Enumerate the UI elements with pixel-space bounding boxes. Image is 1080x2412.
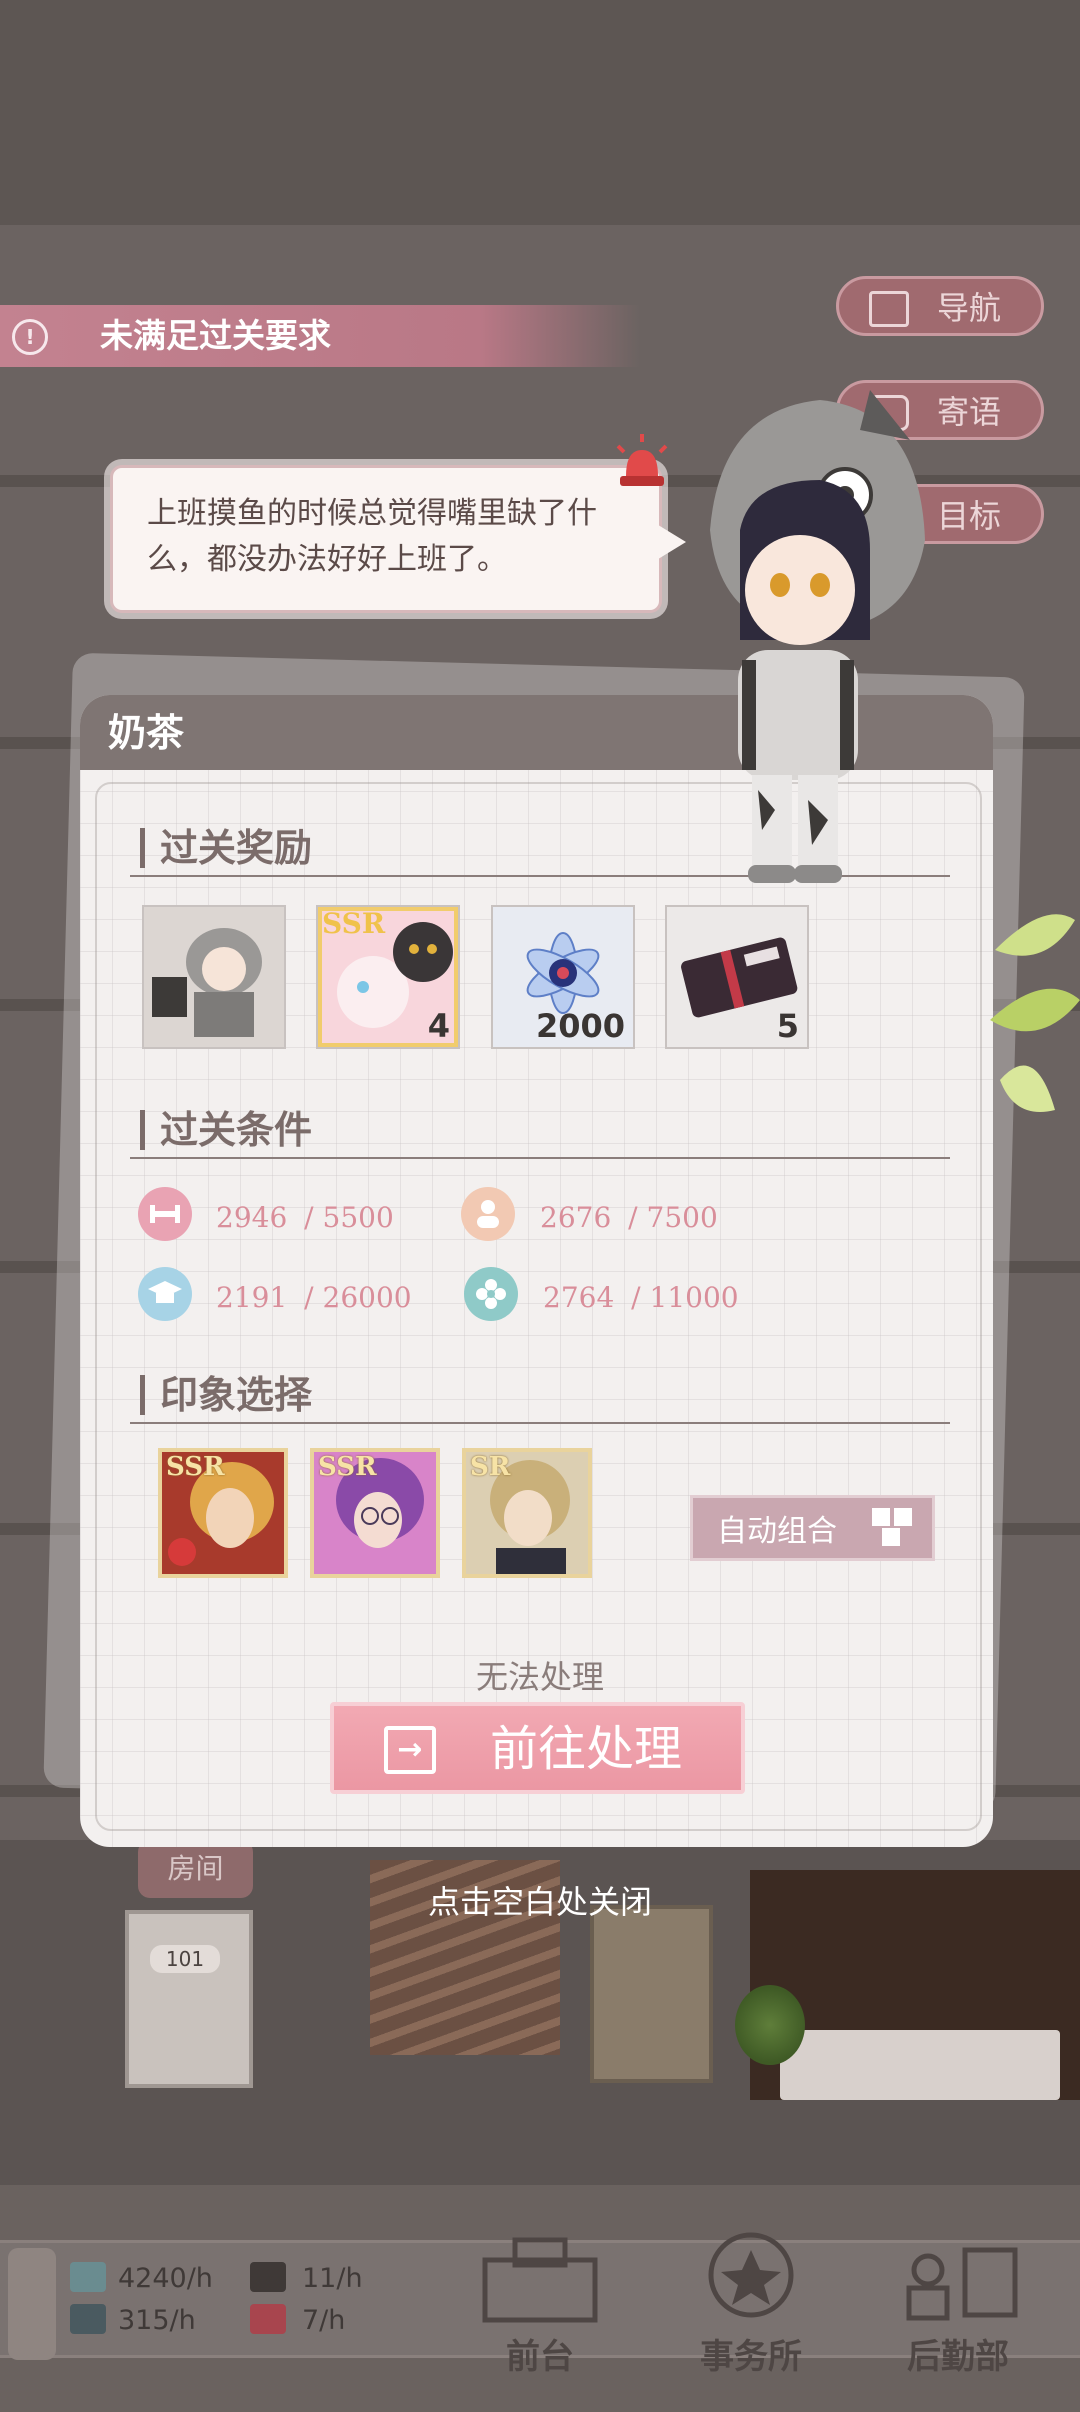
resource-value: 315/h bbox=[118, 2305, 196, 2336]
condition-current: 2946 bbox=[216, 1201, 288, 1234]
impression-section-title: 印象选择 bbox=[160, 1372, 313, 1417]
impression-card[interactable]: SR bbox=[462, 1448, 592, 1578]
chibi-character-icon bbox=[710, 390, 925, 883]
reward-item[interactable] bbox=[142, 905, 286, 1049]
education-icon bbox=[138, 1267, 192, 1321]
condition-value: 2676 / 7500 bbox=[540, 1198, 718, 1238]
condition-target: / 11000 bbox=[631, 1281, 739, 1314]
status-text: 无法处理 bbox=[475, 1658, 604, 1696]
reward-item[interactable]: 2000 bbox=[491, 905, 635, 1049]
person-icon bbox=[461, 1187, 515, 1241]
ability-icon bbox=[138, 1187, 192, 1241]
auto-combine-label: 自动组合 bbox=[717, 1514, 837, 1549]
card-rarity: SSR bbox=[166, 1452, 225, 1482]
go-process-label: 前往处理 bbox=[490, 1721, 683, 1777]
condition-target: / 26000 bbox=[304, 1281, 412, 1314]
money-icon bbox=[70, 2262, 106, 2292]
alarm-siren-icon bbox=[616, 434, 668, 486]
resource-value: 4240/h bbox=[118, 2263, 213, 2294]
rewards-section-title: 过关奖励 bbox=[160, 825, 313, 870]
scroll-icon[interactable] bbox=[8, 2248, 56, 2360]
map-icon bbox=[869, 291, 909, 327]
reward-item[interactable]: SSR 4 bbox=[316, 905, 460, 1049]
condition-target: / 7500 bbox=[628, 1201, 718, 1234]
elevator bbox=[590, 1905, 713, 2083]
door-number: 101 bbox=[150, 1945, 220, 1973]
flower-icon bbox=[464, 1267, 518, 1321]
close-hint[interactable]: 点击空白处关闭 bbox=[340, 1880, 740, 1924]
impression-card[interactable]: SSR bbox=[310, 1448, 440, 1578]
reception-counter bbox=[780, 2030, 1060, 2100]
room-sign: 房间 bbox=[138, 1840, 253, 1898]
reward-item[interactable]: 5 bbox=[665, 905, 809, 1049]
resource-value: 7/h bbox=[302, 2305, 346, 2336]
nav-label: 事务所 bbox=[700, 2337, 802, 2377]
office-icon bbox=[708, 2232, 794, 2318]
reward-count: 5 bbox=[776, 1007, 799, 1045]
nav-button-label: 导航 bbox=[936, 289, 1001, 327]
resource-value: 11/h bbox=[302, 2263, 363, 2294]
section-marker bbox=[140, 1375, 145, 1415]
gift-icon bbox=[250, 2304, 286, 2334]
impression-card[interactable]: SSR bbox=[158, 1448, 288, 1578]
section-divider bbox=[130, 1422, 950, 1424]
book-icon bbox=[70, 2304, 106, 2334]
nav-front-desk[interactable]: 前台 bbox=[455, 2230, 625, 2380]
section-marker bbox=[140, 1110, 145, 1150]
card-rarity: SR bbox=[470, 1452, 511, 1482]
front-desk-icon bbox=[482, 2237, 598, 2323]
potted-plant-icon bbox=[735, 1985, 805, 2065]
section-marker bbox=[140, 828, 145, 868]
nav-label: 前台 bbox=[506, 2337, 574, 2377]
condition-value: 2764 / 11000 bbox=[543, 1278, 739, 1318]
condition-current: 2676 bbox=[540, 1201, 612, 1234]
top-backdrop bbox=[0, 0, 1080, 225]
enter-arrow-icon: → bbox=[384, 1726, 436, 1774]
panel-title: 奶茶 bbox=[108, 710, 185, 755]
card-rarity: SSR bbox=[318, 1452, 377, 1482]
conditions-section-title: 过关条件 bbox=[160, 1107, 313, 1152]
condition-current: 2191 bbox=[216, 1281, 288, 1314]
condition-value: 2946 / 5500 bbox=[216, 1198, 394, 1238]
nav-office[interactable]: 事务所 bbox=[666, 2230, 836, 2380]
nav-label: 后勤部 bbox=[907, 2337, 1009, 2377]
leaf-decoration-icon bbox=[990, 914, 1080, 1112]
reward-count: 2000 bbox=[535, 1007, 625, 1045]
nav-button[interactable]: 导航 bbox=[836, 276, 1044, 336]
rarity-badge: SSR bbox=[322, 907, 386, 940]
alert-text: 未满足过关要求 bbox=[100, 316, 331, 355]
speech-bubble-text: 上班摸鱼的时候总觉得嘴里缺了什么，都没办法好好上班了。 bbox=[147, 496, 597, 577]
section-divider bbox=[130, 1157, 950, 1159]
grid-combine-icon bbox=[868, 1502, 918, 1552]
coffee-icon bbox=[250, 2262, 286, 2292]
chibi-character-icon bbox=[144, 907, 284, 1047]
reward-count: 4 bbox=[427, 1007, 450, 1045]
condition-current: 2764 bbox=[543, 1281, 615, 1314]
room-door[interactable] bbox=[125, 1910, 253, 2088]
condition-value: 2191 / 26000 bbox=[216, 1278, 412, 1318]
nav-logistics[interactable]: 后勤部 bbox=[873, 2230, 1043, 2380]
exclamation-circle-icon: ! bbox=[12, 319, 48, 355]
condition-target: / 5500 bbox=[304, 1201, 394, 1234]
logistics-icon bbox=[906, 2247, 1018, 2321]
